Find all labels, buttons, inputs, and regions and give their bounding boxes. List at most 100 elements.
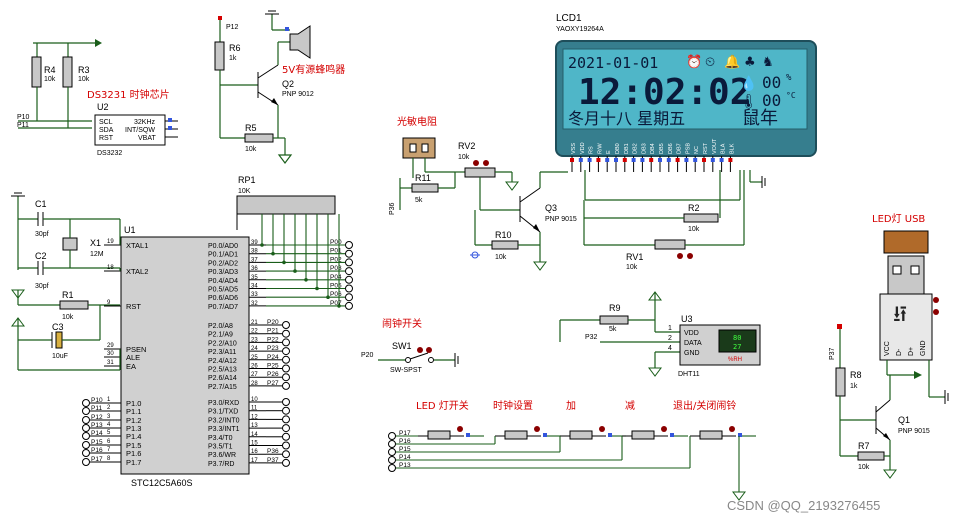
bus-junction (271, 251, 275, 256)
usb-cap (883, 230, 929, 254)
button-net: P15 (399, 446, 411, 453)
p3-terminal (282, 432, 290, 441)
p2-terminal (282, 338, 290, 347)
lcd-pin-marker (614, 158, 618, 162)
u1-ref: U1 (124, 225, 136, 235)
u1-left-pin-num: 5 (107, 430, 111, 436)
u1-p1-net: P11 (91, 405, 102, 412)
button-net: P17 (399, 430, 411, 437)
r6-resistor (214, 41, 225, 71)
p0-terminal (345, 275, 353, 284)
pushbutton (427, 430, 451, 440)
button-net: P16 (399, 438, 411, 445)
u1-right-pin-name: P3.7/RD (208, 461, 234, 468)
p3-terminal (282, 458, 290, 467)
r11-resistor (411, 183, 439, 193)
dht11-humidity: 80 (733, 334, 741, 342)
u1-left-pin-num: 18 (107, 265, 114, 271)
button-pin-marker (543, 433, 547, 437)
r7-resistor (857, 451, 885, 461)
crystal-x1 (62, 237, 78, 251)
u1-right-pin-num: 17 (251, 458, 258, 464)
p2-terminal (282, 347, 290, 356)
u1-p1-net: P14 (91, 430, 103, 437)
p0-terminal (345, 249, 353, 258)
button-state-dot (599, 426, 605, 432)
p2-terminal (282, 329, 290, 338)
rv1-ref: RV1 (626, 252, 643, 262)
c2-val: 30pf (35, 283, 49, 290)
lcd-pin-label: DB6 (668, 143, 674, 154)
buzzer-speaker (289, 25, 311, 59)
u1-right-pin-num: 23 (251, 337, 258, 343)
u1-right-pin-name: P3.2/INT0 (208, 417, 240, 424)
clock-reset-block: C1 30pf X1 12M C2 30pf R1 10k C3 10uF (11, 192, 120, 371)
u1-right-pin-name: P3.6/WR (208, 452, 236, 459)
lcd-pin-marker (658, 158, 662, 162)
lcd-pin-label: BLA (721, 143, 727, 154)
q3-val: PNP 9015 (545, 216, 577, 223)
bus-junction (315, 286, 319, 291)
rp1-ref: RP1 (238, 175, 256, 185)
lcd-pin-marker (605, 158, 610, 162)
u1-right-pin-name: P2.2/A10 (208, 340, 237, 347)
u1-right-pin-num: 27 (251, 372, 258, 378)
u1-left-pin-name: P1.4 (126, 432, 141, 441)
u3-pin2: 2 (668, 335, 672, 342)
u1-left-pin-num: 6 (107, 439, 111, 445)
u1-right-pin-name: P0.6/AD6 (208, 295, 238, 302)
usb-icon: ⭿ (893, 303, 907, 328)
lcd-pin-label: DB1 (624, 143, 630, 154)
u1-left-pin-num: 1 (107, 397, 111, 403)
p0-net: P02 (330, 256, 342, 263)
r2-ref: R2 (688, 203, 700, 213)
p2-terminal (282, 364, 290, 373)
u1-right-pin-name: P3.3/INT1 (208, 426, 240, 433)
ldr-component (402, 137, 436, 159)
u2-pin-int: INT/SQW (125, 127, 155, 134)
lcd-pin-label: DB7 (677, 143, 683, 154)
u1-left-pin-name: XTAL2 (126, 267, 148, 276)
u1-right-pin-num: 16 (251, 449, 258, 455)
u1-p1-net: P10 (91, 397, 103, 404)
usb-pin-gnd: GND (920, 340, 927, 356)
usb-plug (887, 255, 925, 295)
dht11-data: DATA (684, 340, 702, 347)
light-label: 光敏电阻 (397, 115, 437, 128)
button-label: LED 灯开关 (416, 399, 469, 412)
u1-left-pin-name: P1.7 (126, 458, 141, 467)
u1-p1-net: P13 (91, 422, 103, 429)
u1-p1-net: P16 (91, 447, 103, 454)
lcd-pin-marker (710, 158, 715, 162)
rp1-resistor-network (236, 195, 336, 215)
button-state-dot (457, 426, 463, 432)
lcd-pin-label: VSS (571, 143, 577, 154)
u2-pin-scl: SCL (99, 119, 113, 126)
pushbutton (631, 430, 655, 440)
lcd-pin-label: R/W (597, 143, 603, 155)
u1-right-pin-num: 22 (251, 329, 258, 335)
u1-right-pin-name: P0.0/AD0 (208, 243, 238, 250)
p0-net: P00 (330, 239, 342, 246)
p36-net: P36 (389, 202, 396, 215)
p0-terminal (345, 241, 353, 249)
p2-net: P24 (267, 354, 279, 361)
q1-ref: Q1 (898, 415, 910, 425)
u3-ref: U3 (681, 314, 693, 324)
lcd-pin-label: VOUT (712, 138, 718, 154)
lcd-temp2: 00 (762, 91, 781, 110)
c1-ref: C1 (35, 199, 47, 209)
lcd-pin-label: DB0 (615, 143, 621, 154)
button-label: 时钟设置 (493, 399, 533, 412)
lcd-pin-marker (640, 158, 645, 162)
lcd-pin-marker (684, 158, 689, 162)
lcd-pct: % (786, 73, 792, 83)
p20-net: P20 (361, 352, 374, 359)
u1-p1-terminal (82, 399, 90, 407)
button-net-terminal (388, 440, 396, 448)
r4-ref: R4 (44, 65, 56, 75)
lcd-pin-marker (631, 158, 636, 162)
r7-ref: R7 (858, 441, 870, 451)
schematic-canvas: R4 10k R3 10k P10 P11 DS3231 时钟芯片 U2 SCL… (11, 10, 949, 513)
p32-net: P32 (585, 334, 598, 341)
